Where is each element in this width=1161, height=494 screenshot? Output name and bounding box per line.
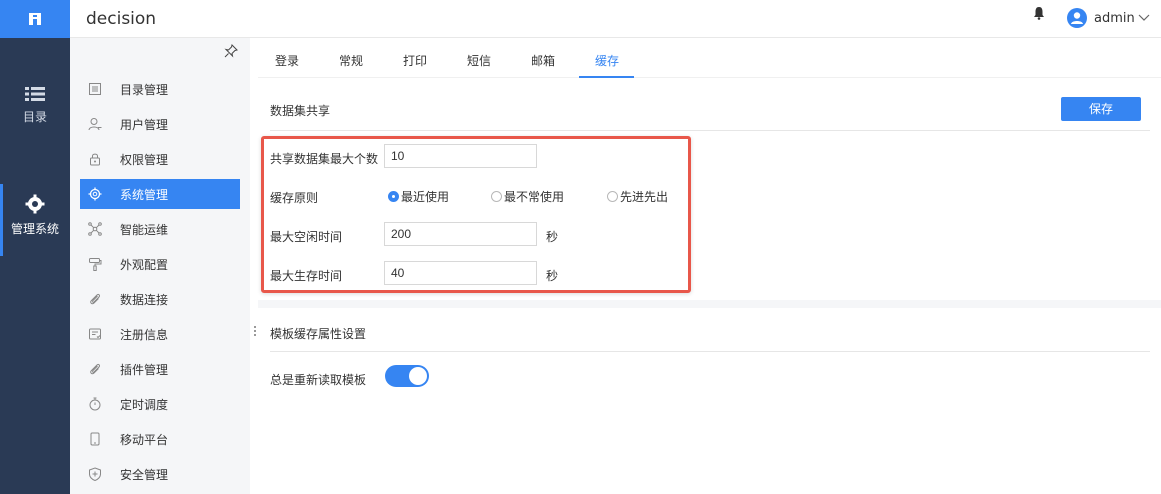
pin-icon[interactable] [224,44,238,58]
mobile-icon [90,432,100,446]
nav-item-label: 插件管理 [120,362,169,377]
tab-cache[interactable]: 缓存 [595,52,619,69]
rail-item-label: 管理系统 [10,222,59,236]
tab-login[interactable]: 登录 [275,52,299,69]
policy-radio-fifo[interactable]: 先进先出 [607,188,668,205]
active-tab-indicator [579,76,634,78]
app-rail: 目录 管理系统 [0,0,70,494]
lock-icon [90,153,100,166]
tab-sms[interactable]: 短信 [467,52,491,69]
divider [270,351,1150,352]
nav-item-label: 安全管理 [120,467,169,482]
toggle-knob [409,367,427,385]
rail-item-catalog[interactable]: 目录 [0,78,70,148]
user-icon [88,118,102,131]
top-bar: decision admin [70,0,1161,38]
nav-item-label: 系统管理 [120,187,169,202]
divider [270,130,1150,131]
user-avatar-icon [1071,12,1083,24]
nav-item-scheduled-task[interactable]: 定时调度 [80,389,240,419]
max-live-label: 最大生存时间 [270,269,343,283]
nav-item-label: 权限管理 [120,152,169,167]
cache-policy-label: 缓存原则 [270,191,319,205]
save-button[interactable]: 保存 [1061,97,1141,121]
secondary-nav: 目录管理 用户管理 权限管理 系统管理 智能运维 外观配置 数据连接 注册信息 … [70,38,250,494]
plugin-icon [90,363,101,375]
gear-icon [25,194,45,214]
nav-item-registration-info[interactable]: 注册信息 [80,319,240,349]
nav-item-appearance-config[interactable]: 外观配置 [80,249,240,279]
logo-icon [29,13,41,25]
app-title: decision [86,9,157,29]
rail-item-label: 目录 [22,110,47,124]
tab-email[interactable]: 邮箱 [531,52,555,69]
dataset-share-title: 数据集共享 [270,104,331,118]
resize-handle[interactable] [253,326,257,340]
section-separator [258,300,1161,308]
max-idle-label: 最大空闲时间 [270,230,343,244]
app-logo[interactable] [0,0,70,38]
radio-label: 最近使用 [401,190,450,204]
radio-label: 先进先出 [620,190,669,204]
nav-item-label: 移动平台 [120,432,169,447]
nav-item-user-management[interactable]: 用户管理 [80,109,240,139]
bell-icon[interactable] [1033,6,1045,20]
template-cache-title: 模板缓存属性设置 [270,327,367,341]
link-icon [90,293,101,305]
nav-item-label: 智能运维 [120,222,169,237]
catalog-list-icon [89,83,101,95]
register-icon [89,328,101,340]
radio-indicator [491,191,502,202]
radio-label: 最不常使用 [504,190,565,204]
radio-indicator [607,191,618,202]
rail-item-admin-system[interactable]: 管理系统 [0,184,70,256]
nav-item-system-management[interactable]: 系统管理 [80,179,240,209]
nav-item-label: 目录管理 [120,82,169,97]
policy-radio-lru[interactable]: 最近使用 [388,188,449,205]
nav-item-security-management[interactable]: 安全管理 [80,459,240,489]
nav-item-label: 外观配置 [120,257,169,272]
nav-item-plugin-management[interactable]: 插件管理 [80,354,240,384]
nav-item-permission-management[interactable]: 权限管理 [80,144,240,174]
policy-radio-lfu[interactable]: 最不常使用 [491,188,564,205]
max-count-label: 共享数据集最大个数 [270,152,379,166]
tab-print[interactable]: 打印 [403,52,427,69]
timer-icon [89,397,101,411]
nav-item-catalog-management[interactable]: 目录管理 [80,74,240,104]
chevron-down-icon[interactable] [1137,10,1151,24]
gear-icon [88,187,102,201]
always-reload-toggle[interactable] [385,365,429,387]
list-icon [25,87,45,101]
username[interactable]: admin [1094,11,1135,26]
paint-roller-icon [89,258,102,271]
nav-item-mobile-platform[interactable]: 移动平台 [80,424,240,454]
max-idle-input[interactable] [384,222,537,246]
main-content: 登录 常规 打印 短信 邮箱 缓存 数据集共享 保存 共享数据集最大个数 缓存原… [258,38,1161,494]
always-reload-label: 总是重新读取模板 [270,373,367,387]
max-count-input[interactable] [384,144,537,168]
max-live-input[interactable] [384,261,537,285]
nav-item-label: 定时调度 [120,397,169,412]
max-live-unit: 秒 [546,269,559,283]
nav-item-data-connection[interactable]: 数据连接 [80,284,240,314]
shield-icon [89,467,101,481]
nav-item-label: 注册信息 [120,327,169,342]
avatar[interactable] [1067,8,1087,28]
max-idle-unit: 秒 [546,230,559,244]
tab-bar: 登录 常规 打印 短信 邮箱 缓存 [258,38,1161,78]
nav-item-smart-ops[interactable]: 智能运维 [80,214,240,244]
nav-item-label: 数据连接 [120,292,169,307]
radio-indicator [388,191,399,202]
tab-general[interactable]: 常规 [339,52,363,69]
network-icon [88,222,102,236]
nav-item-label: 用户管理 [120,117,169,132]
